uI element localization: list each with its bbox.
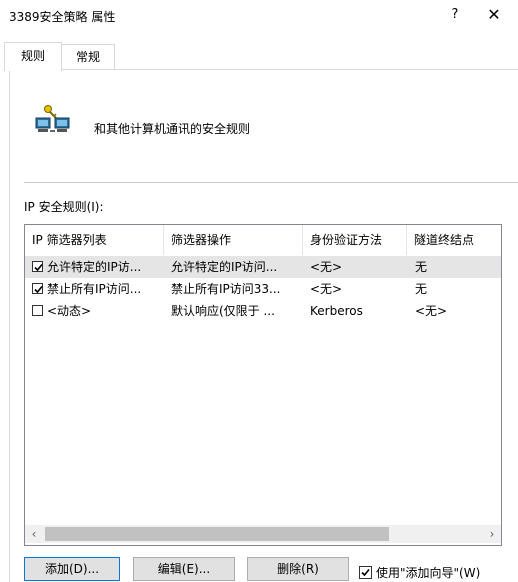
use-wizard-checkbox[interactable] xyxy=(359,566,372,579)
close-button[interactable]: ✕ xyxy=(476,3,512,27)
filter-action-cell: 允许特定的IP访问... xyxy=(171,260,278,274)
rule-checkbox[interactable] xyxy=(32,305,43,316)
network-computers-key-icon xyxy=(35,103,71,135)
column-filter-list[interactable]: IP 筛选器列表 xyxy=(25,225,164,255)
ip-rules-label: IP 安全规则(I): xyxy=(24,200,104,214)
remove-button[interactable]: 删除(R) xyxy=(247,557,349,581)
use-wizard-label[interactable]: 使用"添加向导"(W) xyxy=(376,564,480,581)
tunnel-endpoint-cell: <无> xyxy=(415,304,448,318)
column-filter-action[interactable]: 筛选器操作 xyxy=(164,225,303,255)
header-text: 和其他计算机通讯的安全规则 xyxy=(94,122,251,136)
auth-method-cell: <无> xyxy=(310,282,343,296)
help-button[interactable]: ? xyxy=(440,3,470,27)
horizontal-scrollbar[interactable]: ‹ › xyxy=(25,525,501,543)
tab-rules[interactable]: 规则 xyxy=(4,42,62,71)
rule-checkbox[interactable] xyxy=(32,261,43,272)
scroll-right-icon[interactable]: › xyxy=(483,525,501,543)
separator xyxy=(24,182,518,183)
filter-list-cell: 允许特定的IP访... xyxy=(47,260,142,274)
filter-list-cell: 禁止所有IP访问... xyxy=(47,282,142,296)
scroll-thumb[interactable] xyxy=(45,527,389,541)
list-item[interactable]: 禁止所有IP访问... 禁止所有IP访问33... <无> 无 xyxy=(25,278,501,300)
tab-general[interactable]: 常规 xyxy=(61,44,115,70)
tab-strip: 规则 常规 xyxy=(0,40,518,71)
title-bar: 3389安全策略 属性 ? ✕ xyxy=(0,0,518,32)
filter-list-cell: <动态> xyxy=(47,304,92,318)
auth-method-cell: Kerberos xyxy=(310,304,363,318)
tunnel-endpoint-cell: 无 xyxy=(415,282,428,296)
scroll-left-icon[interactable]: ‹ xyxy=(25,525,43,543)
list-header: IP 筛选器列表 筛选器操作 身份验证方法 隧道终结点 xyxy=(25,225,501,255)
column-tunnel-endpoint[interactable]: 隧道终结点 xyxy=(407,225,501,255)
window-title: 3389安全策略 属性 xyxy=(9,10,116,24)
filter-action-cell: 禁止所有IP访问33... xyxy=(171,282,281,296)
list-item[interactable]: 允许特定的IP访... 允许特定的IP访问... <无> 无 xyxy=(25,256,501,278)
edit-button[interactable]: 编辑(E)... xyxy=(133,557,235,581)
list-item[interactable]: <动态> 默认响应(仅限于 ... Kerberos <无> xyxy=(25,300,501,322)
rule-checkbox[interactable] xyxy=(32,283,43,294)
column-auth-method[interactable]: 身份验证方法 xyxy=(303,225,407,255)
auth-method-cell: <无> xyxy=(310,260,343,274)
ip-rules-list[interactable]: IP 筛选器列表 筛选器操作 身份验证方法 隧道终结点 允许特定的IP访... … xyxy=(24,224,502,546)
tunnel-endpoint-cell: 无 xyxy=(415,260,428,274)
filter-action-cell: 默认响应(仅限于 ... xyxy=(171,304,275,318)
add-button[interactable]: 添加(D)... xyxy=(24,557,120,581)
